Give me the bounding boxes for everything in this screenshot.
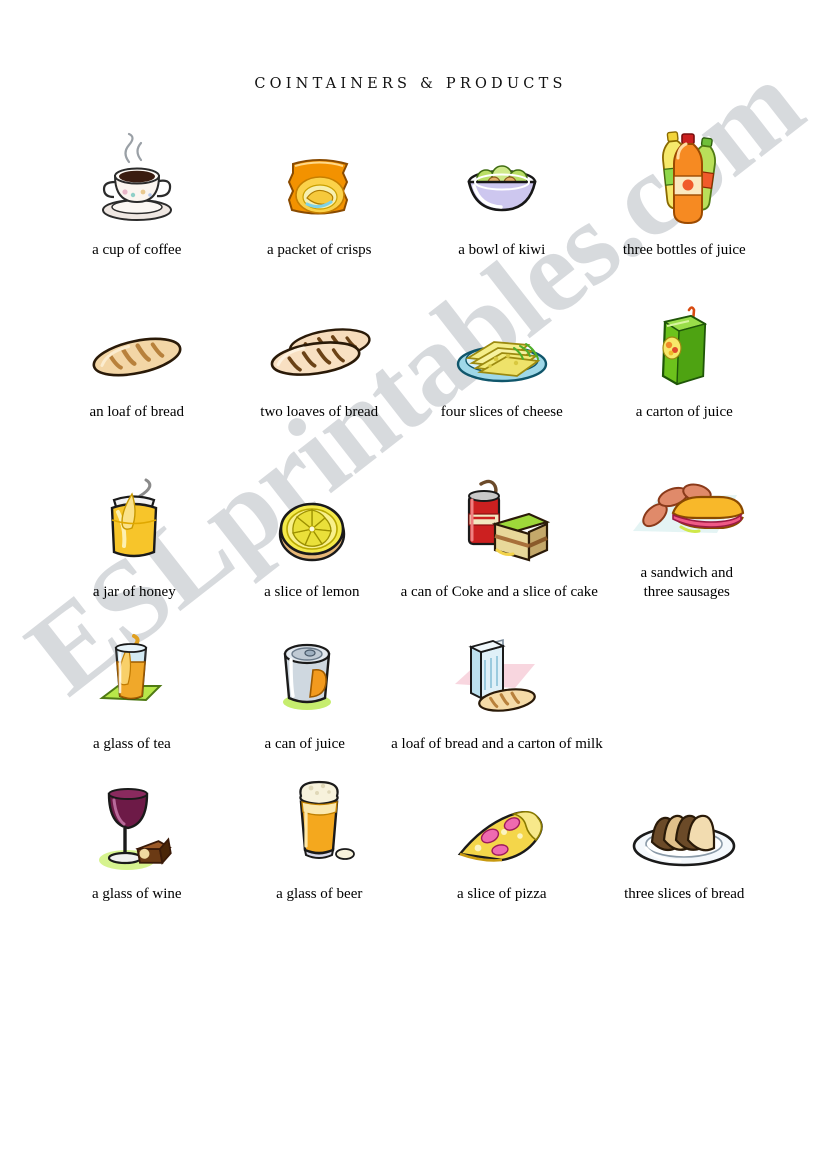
vocab-label: a bowl of kiwi bbox=[458, 241, 546, 258]
grid-row: a glass of wine a glass of beer a slice … bbox=[46, 754, 776, 904]
vocab-item-juice-can: a can of juice bbox=[218, 618, 391, 754]
bowl-of-kiwi-icon bbox=[450, 124, 554, 232]
pizza-slice-icon bbox=[446, 768, 558, 876]
bread-slices-plate-icon bbox=[626, 768, 742, 876]
vocab-label: a glass of beer bbox=[276, 885, 363, 902]
vocab-item-juice-carton: a carton of juice bbox=[593, 286, 776, 422]
vocab-label: four slices of cheese bbox=[440, 403, 563, 420]
vocab-label: a packet of crisps bbox=[266, 241, 372, 258]
glass-of-tea-icon bbox=[84, 618, 180, 726]
vocabulary-grid: a cup of coffee a packet of crisps a bow… bbox=[0, 110, 821, 904]
vocab-label: a carton of juice bbox=[635, 403, 733, 420]
vocab-label: a glass of wine bbox=[91, 885, 182, 902]
juice-carton-icon bbox=[645, 286, 723, 394]
vocab-item-loaf: an loaf of bread bbox=[46, 286, 229, 422]
vocab-item-two-loaves: two loaves of bread bbox=[228, 286, 411, 422]
lemon-slice-icon bbox=[266, 466, 358, 574]
worksheet-page: ESLprintables.com COINTAINERS & PRODUCTS bbox=[0, 0, 821, 1169]
coffee-cup-icon bbox=[85, 124, 189, 232]
vocab-label: a loaf of bread and a carton of milk bbox=[391, 735, 603, 752]
vocab-label: a slice of pizza bbox=[456, 885, 547, 902]
vocab-label: a slice of lemon bbox=[264, 583, 360, 600]
two-loaves-of-bread-icon bbox=[255, 286, 383, 394]
vocab-item-bread-slices: three slices of bread bbox=[593, 768, 776, 904]
vocab-item-juice-bottles: three bottles of juice bbox=[593, 124, 776, 260]
vocab-label: a can of Coke and a slice of cake bbox=[400, 583, 598, 600]
vocab-label: three slices of bread bbox=[624, 885, 745, 902]
vocab-item-beer: a glass of beer bbox=[228, 768, 411, 904]
grid-row: a cup of coffee a packet of crisps a bow… bbox=[46, 110, 776, 260]
vocab-label: a cup of coffee bbox=[92, 241, 182, 258]
vocab-label: three bottles of juice bbox=[622, 241, 746, 258]
grid-row: a jar of honey a slice of lemon a can of… bbox=[46, 422, 776, 602]
vocab-item-cheese: four slices of cheese bbox=[411, 286, 594, 422]
wine-glass-icon bbox=[87, 768, 187, 876]
vocab-item-crisps: a packet of crisps bbox=[228, 124, 411, 260]
vocab-item-coke-cake: a can of Coke and a slice of cake bbox=[401, 466, 598, 602]
vocab-item-pizza: a slice of pizza bbox=[411, 768, 594, 904]
vocab-item-empty bbox=[603, 637, 776, 754]
vocab-label: a glass of tea bbox=[92, 735, 171, 752]
vocab-item-wine: a glass of wine bbox=[46, 768, 229, 904]
cheese-slices-icon bbox=[446, 286, 558, 394]
juice-bottles-icon bbox=[638, 124, 730, 232]
vocab-item-honey: a jar of honey bbox=[46, 466, 224, 602]
page-title: COINTAINERS & PRODUCTS bbox=[254, 76, 567, 92]
vocab-item-kiwi: a bowl of kiwi bbox=[411, 124, 594, 260]
vocab-item-sandwich-sausages: a sandwich and three sausages bbox=[598, 447, 776, 602]
honey-jar-icon bbox=[88, 466, 180, 574]
bread-and-milk-carton-icon bbox=[445, 618, 549, 726]
vocab-item-tea: a glass of tea bbox=[46, 618, 219, 754]
vocab-label: two loaves of bread bbox=[260, 403, 379, 420]
vocab-label: a sandwich and three sausages bbox=[640, 564, 733, 600]
vocab-label: a jar of honey bbox=[92, 583, 176, 600]
vocab-item-lemon: a slice of lemon bbox=[223, 466, 401, 602]
crisps-packet-icon bbox=[271, 124, 367, 232]
vocab-item-coffee: a cup of coffee bbox=[46, 124, 229, 260]
grid-row: an loaf of bread two loaves of bread fou… bbox=[46, 260, 776, 422]
juice-can-icon bbox=[257, 618, 353, 726]
grid-row: a glass of tea a can of juice a loaf of … bbox=[46, 602, 776, 754]
loaf-of-bread-icon bbox=[77, 286, 197, 394]
sandwich-and-sausages-icon bbox=[625, 447, 749, 555]
beer-glass-icon bbox=[273, 768, 365, 876]
vocab-item-bread-milk: a loaf of bread and a carton of milk bbox=[391, 618, 603, 754]
vocab-label: an loaf of bread bbox=[89, 403, 185, 420]
coke-can-and-cake-icon bbox=[445, 466, 553, 574]
vocab-label: a can of juice bbox=[264, 735, 345, 752]
